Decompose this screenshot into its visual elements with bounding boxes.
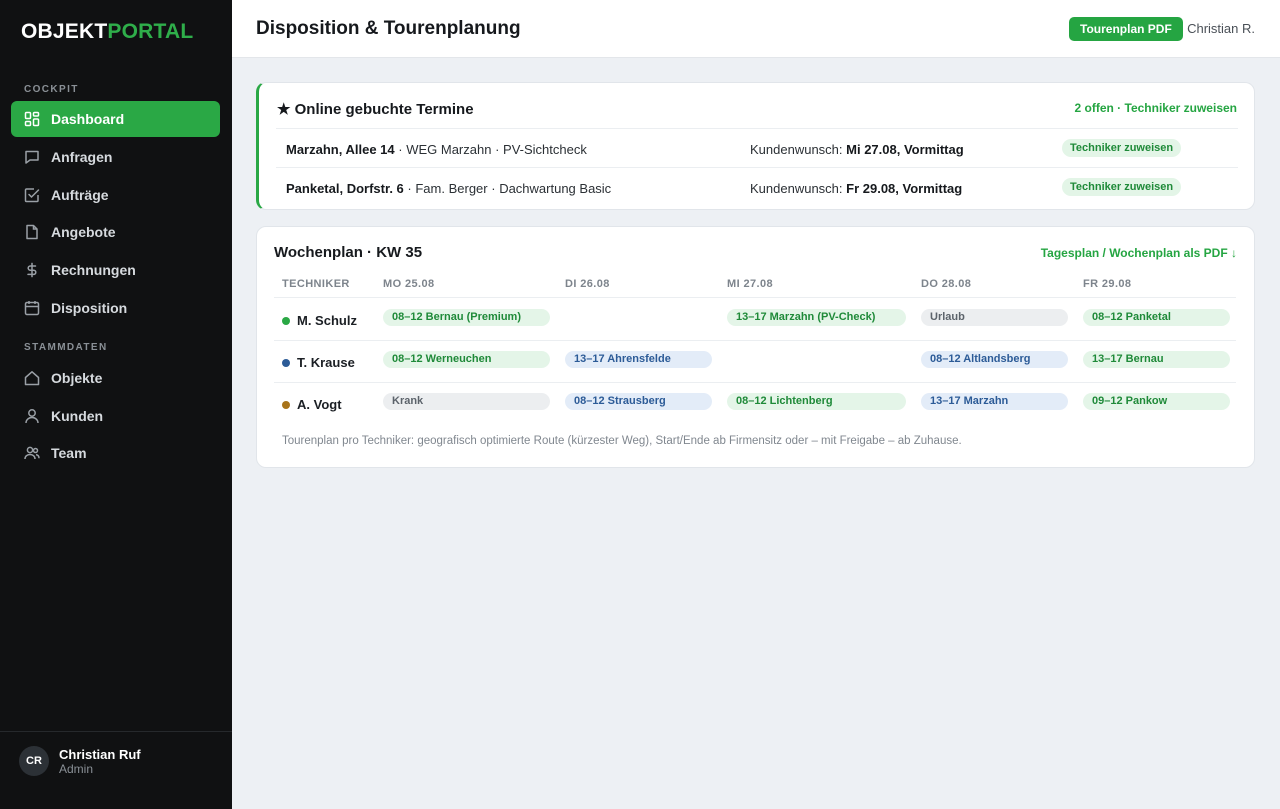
sidebar-item-label: Rechnungen — [51, 262, 136, 278]
schedule-slot[interactable]: 08–12 Altlandsberg — [921, 351, 1068, 368]
sidebar-item-label: Aufträge — [51, 187, 109, 203]
sidebar-item-rechnungen[interactable]: Rechnungen — [11, 252, 220, 288]
weekplan-pdf-link[interactable]: Tagesplan / Wochenplan als PDF ↓ — [1041, 246, 1237, 260]
schedule-slot[interactable]: Krank — [383, 393, 550, 410]
status-dot — [282, 358, 290, 367]
booking-service: PV-Sichtcheck — [503, 142, 587, 157]
wish-date: Mi 27.08, Vormittag — [846, 142, 964, 157]
booking-customer: WEG Marzahn — [406, 142, 492, 157]
separator: · — [398, 142, 407, 157]
sidebar-item-kunden[interactable]: Kunden — [11, 398, 220, 434]
booking-row: Marzahn, Allee 14 · WEG Marzahn · PV-Sic… — [276, 128, 1238, 167]
booking-row: Panketal, Dorfstr. 6 · Fam. Berger · Dac… — [276, 167, 1238, 206]
sidebar-section-cockpit: COCKPIT — [24, 84, 79, 95]
home-icon — [24, 370, 40, 386]
weekplan-card: Wochenplan · KW 35 Tagesplan / Wochenpla… — [256, 226, 1255, 468]
schedule-slot[interactable]: 08–12 Panketal — [1083, 309, 1230, 326]
sidebar-item-team[interactable]: Team — [11, 435, 220, 471]
online-bookings-title: ★ Online gebuchte Termine — [277, 101, 474, 118]
schedule-slot[interactable]: 13–17 Marzahn (PV-Check) — [727, 309, 906, 326]
wish-date: Fr 29.08, Vormittag — [846, 181, 963, 196]
sidebar-item-dashboard[interactable]: Dashboard — [11, 101, 220, 137]
separator: · — [491, 181, 500, 196]
message-icon — [24, 149, 40, 165]
column-header: MI 27.08 — [727, 278, 774, 290]
booking-service: Dachwartung Basic — [499, 181, 612, 196]
booking-wish: Kundenwunsch: Fr 29.08, Vormittag — [750, 181, 962, 196]
assign-technician-summary-link[interactable]: 2 offen · Techniker zuweisen — [1075, 101, 1237, 115]
sidebar-item-label: Dashboard — [51, 111, 125, 127]
sidebar-item-label: Team — [51, 445, 87, 461]
wish-label: Kundenwunsch: — [750, 181, 843, 196]
column-header: DI 26.08 — [565, 278, 610, 290]
team-icon — [24, 445, 40, 461]
booking-wish: Kundenwunsch: Mi 27.08, Vormittag — [750, 142, 964, 157]
calendar-icon — [24, 300, 40, 316]
weekplan-footnote: Tourenplan pro Techniker: geografisch op… — [282, 435, 962, 447]
sidebar-item-auftraege[interactable]: Aufträge — [11, 177, 220, 213]
technician-name: A. Vogt — [282, 397, 342, 412]
sidebar-item-angebote[interactable]: Angebote — [11, 214, 220, 250]
sidebar-item-label: Disposition — [51, 300, 128, 316]
schedule-slot[interactable]: 09–12 Pankow — [1083, 393, 1230, 410]
sidebar-item-label: Angebote — [51, 224, 116, 240]
dashboard-icon — [24, 111, 40, 127]
weekplan-header-row: TECHNIKER MO 25.08 DI 26.08 MI 27.08 DO … — [274, 278, 1236, 298]
technician-name: T. Krause — [282, 355, 355, 370]
technician-name: M. Schulz — [282, 313, 357, 328]
schedule-slot[interactable]: 13–17 Bernau — [1083, 351, 1230, 368]
sidebar-item-label: Anfragen — [51, 149, 113, 165]
schedule-slot[interactable]: 08–12 Bernau (Premium) — [383, 309, 550, 326]
booking-details: Marzahn, Allee 14 · WEG Marzahn · PV-Sic… — [286, 142, 587, 157]
schedule-slot[interactable]: 08–12 Lichtenberg — [727, 393, 906, 410]
schedule-slot[interactable]: 08–12 Strausberg — [565, 393, 712, 410]
document-icon — [24, 224, 40, 240]
schedule-slot[interactable]: 08–12 Werneuchen — [383, 351, 550, 368]
online-bookings-card: ★ Online gebuchte Termine 2 offen · Tech… — [256, 82, 1255, 210]
table-row: T. Krause 08–12 Werneuchen 13–17 Ahrensf… — [274, 341, 1236, 383]
column-header: DO 28.08 — [921, 278, 972, 290]
user-icon — [24, 408, 40, 424]
column-header: FR 29.08 — [1083, 278, 1132, 290]
status-dot — [282, 400, 290, 409]
booking-place: Marzahn, Allee 14 — [286, 142, 395, 157]
app-logo[interactable]: OBJEKTPORTAL — [21, 20, 193, 44]
assign-technician-button[interactable]: Techniker zuweisen — [1062, 139, 1182, 157]
top-header: Disposition & Tourenplanung Tourenplan P… — [232, 0, 1280, 58]
assign-technician-button[interactable]: Techniker zuweisen — [1062, 178, 1182, 196]
table-row: A. Vogt Krank 08–12 Strausberg 08–12 Lic… — [274, 383, 1236, 425]
separator: · — [495, 142, 504, 157]
avatar: CR — [19, 746, 49, 776]
sidebar-item-objekte[interactable]: Objekte — [11, 360, 220, 396]
schedule-slot[interactable]: 13–17 Ahrensfelde — [565, 351, 712, 368]
page-title: Disposition & Tourenplanung — [256, 18, 521, 39]
sidebar-item-disposition[interactable]: Disposition — [11, 290, 220, 326]
booking-customer: Fam. Berger — [415, 181, 488, 196]
sidebar-item-label: Kunden — [51, 408, 104, 424]
booking-place: Panketal, Dorfstr. 6 — [286, 181, 404, 196]
sidebar-section-stammdaten: STAMMDATEN — [24, 342, 108, 353]
checkbox-icon — [24, 187, 40, 203]
sidebar-item-label: Objekte — [51, 370, 103, 386]
column-header: MO 25.08 — [383, 278, 435, 290]
user-name: Christian Ruf — [59, 747, 141, 762]
status-dot — [282, 316, 290, 325]
schedule-slot[interactable]: Urlaub — [921, 309, 1068, 326]
user-role: Admin — [59, 762, 94, 776]
schedule-slot[interactable]: 13–17 Marzahn — [921, 393, 1068, 410]
sidebar-item-anfragen[interactable]: Anfragen — [11, 139, 220, 175]
tourenplan-pdf-button[interactable]: Tourenplan PDF — [1069, 17, 1183, 41]
column-header: TECHNIKER — [282, 278, 350, 290]
sidebar: OBJEKTPORTAL COCKPIT Dashboard Anfragen … — [0, 0, 232, 809]
header-user-name[interactable]: Christian R. — [1187, 21, 1255, 36]
wish-label: Kundenwunsch: — [750, 142, 843, 157]
table-row: M. Schulz 08–12 Bernau (Premium) 13–17 M… — [274, 299, 1236, 341]
sidebar-user-panel[interactable]: CR Christian Ruf Admin — [0, 731, 232, 809]
weekplan-title: Wochenplan · KW 35 — [274, 244, 423, 261]
booking-details: Panketal, Dorfstr. 6 · Fam. Berger · Dac… — [286, 181, 611, 196]
dollar-icon — [24, 262, 40, 278]
